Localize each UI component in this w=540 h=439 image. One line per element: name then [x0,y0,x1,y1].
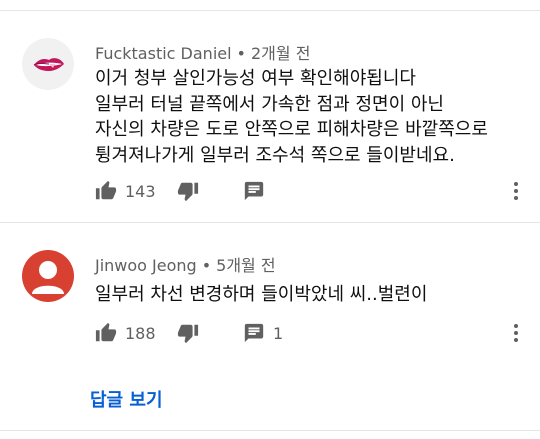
dislike-button[interactable] [177,320,199,346]
comment-line: 이거 청부 살인가능성 여부 확인해야됩니다 [95,68,416,89]
avatar[interactable] [22,38,74,90]
author-name[interactable]: Jinwoo Jeong [95,256,197,275]
comment-item: Jinwoo Jeong • 5개월 전 일부러 차선 변경하며 들이박았네 씨..… [0,238,540,358]
reply-button[interactable] [243,178,273,204]
more-actions-button[interactable] [510,321,522,345]
comment-text: 이거 청부 살인가능성 여부 확인해야됩니다 일부러 터널 끝쪽에서 가속한 점… [95,66,525,168]
dislike-button[interactable] [177,178,199,204]
comment-icon [244,323,264,343]
reply-button[interactable]: 1 [243,320,283,346]
comment-line: 자신의 차량은 도로 안쪽으로 피해차량은 바깥쪽으로 [95,119,488,140]
default-user-avatar-icon [32,261,64,294]
comment-line: 튕겨져나가게 일부러 조수석 쪽으로 들이받네요. [95,144,455,166]
top-divider [0,10,540,11]
thumbs-up-icon [95,322,117,342]
separator-dot: • [201,256,212,275]
lips-avatar-icon [33,58,64,71]
reply-count: 1 [273,323,284,343]
comment-line: 일부러 터널 끝쪽에서 가속한 점과 정면이 아닌 [95,93,444,115]
thumbs-up-icon [95,180,117,200]
author-name[interactable]: Fucktastic Daniel [95,44,232,63]
avatar[interactable] [22,250,74,302]
more-vertical-icon [514,182,518,200]
comment-header: Fucktastic Daniel • 2개월 전 [95,40,310,64]
comment-line: 일부러 차선 변경하며 들이박았네 씨..벌련이 [95,284,428,305]
like-count: 188 [125,323,156,343]
bottom-divider [0,430,540,431]
comment-text: 일부러 차선 변경하며 들이박았네 씨..벌련이 [95,282,525,308]
like-button[interactable]: 143 [95,178,156,204]
comment-item: Fucktastic Daniel • 2개월 전 이거 청부 살인가능성 여부 확… [0,26,540,216]
like-count: 143 [125,181,156,201]
comment-icon [244,181,264,201]
thumbs-down-icon [177,324,199,344]
like-button[interactable]: 188 [95,320,156,346]
comment-time[interactable]: 2개월 전 [251,44,310,63]
comment-time[interactable]: 5개월 전 [216,256,275,275]
separator-dot: • [236,44,246,63]
view-replies-link[interactable]: 답글 보기 [90,386,163,412]
comment-header: Jinwoo Jeong • 5개월 전 [95,252,276,276]
more-actions-button[interactable] [510,179,522,203]
comment-divider [0,222,540,223]
thumbs-down-icon [177,182,199,202]
more-vertical-icon [514,324,518,342]
